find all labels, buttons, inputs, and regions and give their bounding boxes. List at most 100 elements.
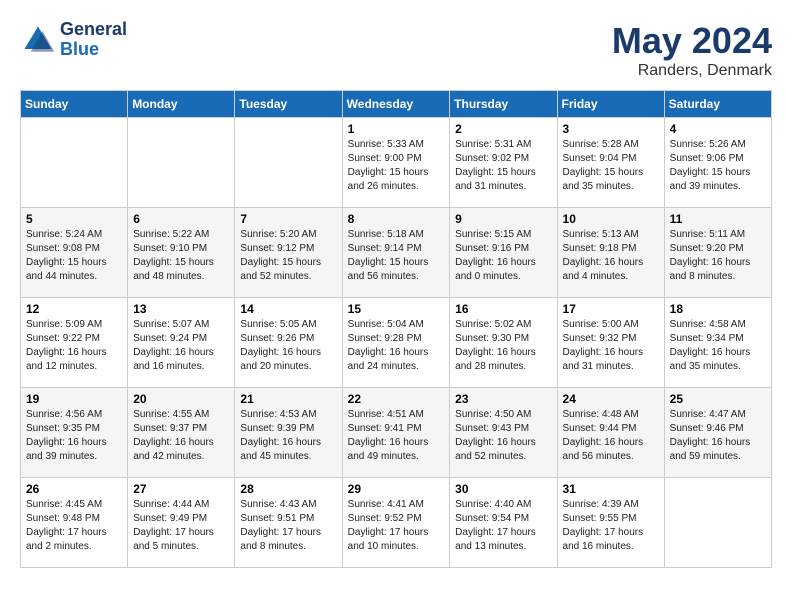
day-number: 6 <box>133 212 229 226</box>
cell-week4-day3: 22 Sunrise: 4:51 AMSunset: 9:41 PMDayligh… <box>342 388 450 478</box>
cell-week2-day4: 9 Sunrise: 5:15 AMSunset: 9:16 PMDaylight… <box>450 208 557 298</box>
day-number: 20 <box>133 392 229 406</box>
cell-week5-day2: 28Sunrise: 4:43 AMSunset: 9:51 PMDayligh… <box>235 478 342 568</box>
header-monday: Monday <box>128 91 235 118</box>
cell-week1-day1 <box>128 118 235 208</box>
day-info: Sunrise: 4:56 AMSunset: 9:35 PMDaylight:… <box>26 409 107 462</box>
cell-week3-day4: 16Sunrise: 5:02 AMSunset: 9:30 PMDayligh… <box>450 298 557 388</box>
day-number: 19 <box>26 392 122 406</box>
day-number: 4 <box>670 122 766 136</box>
day-number: 11 <box>670 212 766 226</box>
day-number: 7 <box>240 212 336 226</box>
day-number: 2 <box>455 122 551 136</box>
day-info: Sunrise: 5:04 AMSunset: 9:28 PMDaylight:… <box>348 319 429 372</box>
day-info: Sunrise: 5:20 AMSunset: 9:12 PMDaylight:… <box>240 229 321 282</box>
day-info: Sunrise: 4:50 AMSunset: 9:43 PMDaylight:… <box>455 409 536 462</box>
day-number: 30 <box>455 482 551 496</box>
day-number: 24 <box>563 392 659 406</box>
header-saturday: Saturday <box>664 91 771 118</box>
day-number: 26 <box>26 482 122 496</box>
cell-week1-day6: 4 Sunrise: 5:26 AMSunset: 9:06 PMDaylight… <box>664 118 771 208</box>
day-number: 10 <box>563 212 659 226</box>
logo-icon <box>20 22 56 58</box>
cell-week3-day6: 18 Sunrise: 4:58 AMSunset: 9:34 PMDayligh… <box>664 298 771 388</box>
cell-week5-day4: 30 Sunrise: 4:40 AMSunset: 9:54 PMDayligh… <box>450 478 557 568</box>
cell-week2-day2: 7 Sunrise: 5:20 AMSunset: 9:12 PMDaylight… <box>235 208 342 298</box>
day-number: 17 <box>563 302 659 316</box>
day-number: 31 <box>563 482 659 496</box>
day-info: Sunrise: 4:44 AMSunset: 9:49 PMDaylight:… <box>133 499 214 552</box>
day-info: Sunrise: 5:09 AMSunset: 9:22 PMDaylight:… <box>26 319 107 372</box>
day-info: Sunrise: 4:45 AMSunset: 9:48 PMDaylight:… <box>26 499 107 552</box>
weekday-header-row: Sunday Monday Tuesday Wednesday Thursday… <box>21 91 772 118</box>
cell-week5-day1: 27 Sunrise: 4:44 AMSunset: 9:49 PMDayligh… <box>128 478 235 568</box>
logo: General Blue <box>20 20 127 60</box>
day-number: 27 <box>133 482 229 496</box>
cell-week4-day5: 24 Sunrise: 4:48 AMSunset: 9:44 PMDayligh… <box>557 388 664 478</box>
cell-week5-day0: 26 Sunrise: 4:45 AMSunset: 9:48 PMDayligh… <box>21 478 128 568</box>
day-info: Sunrise: 5:00 AMSunset: 9:32 PMDaylight:… <box>563 319 644 372</box>
logo-text-line2: Blue <box>60 40 127 60</box>
cell-week1-day5: 3 Sunrise: 5:28 AMSunset: 9:04 PMDaylight… <box>557 118 664 208</box>
day-info: Sunrise: 5:24 AMSunset: 9:08 PMDaylight:… <box>26 229 107 282</box>
cell-week1-day3: 1Sunrise: 5:33 AMSunset: 9:00 PMDaylight… <box>342 118 450 208</box>
header-sunday: Sunday <box>21 91 128 118</box>
cell-week4-day4: 23Sunrise: 4:50 AMSunset: 9:43 PMDayligh… <box>450 388 557 478</box>
month-title: May 2024 <box>612 20 772 62</box>
cell-week1-day4: 2 Sunrise: 5:31 AMSunset: 9:02 PMDaylight… <box>450 118 557 208</box>
day-number: 21 <box>240 392 336 406</box>
cell-week3-day3: 15Sunrise: 5:04 AMSunset: 9:28 PMDayligh… <box>342 298 450 388</box>
cell-week2-day0: 5 Sunrise: 5:24 AMSunset: 9:08 PMDaylight… <box>21 208 128 298</box>
day-info: Sunrise: 4:51 AMSunset: 9:41 PMDaylight:… <box>348 409 429 462</box>
day-info: Sunrise: 5:05 AMSunset: 9:26 PMDaylight:… <box>240 319 321 372</box>
day-info: Sunrise: 4:40 AMSunset: 9:54 PMDaylight:… <box>455 499 536 552</box>
day-number: 28 <box>240 482 336 496</box>
cell-week4-day2: 21Sunrise: 4:53 AMSunset: 9:39 PMDayligh… <box>235 388 342 478</box>
day-number: 29 <box>348 482 445 496</box>
logo-text-line1: General <box>60 20 127 40</box>
day-number: 1 <box>348 122 445 136</box>
cell-week2-day1: 6Sunrise: 5:22 AMSunset: 9:10 PMDaylight… <box>128 208 235 298</box>
day-number: 9 <box>455 212 551 226</box>
day-info: Sunrise: 4:48 AMSunset: 9:44 PMDaylight:… <box>563 409 644 462</box>
location-subtitle: Randers, Denmark <box>612 62 772 80</box>
cell-week3-day0: 12Sunrise: 5:09 AMSunset: 9:22 PMDayligh… <box>21 298 128 388</box>
day-number: 5 <box>26 212 122 226</box>
day-info: Sunrise: 4:55 AMSunset: 9:37 PMDaylight:… <box>133 409 214 462</box>
day-info: Sunrise: 5:15 AMSunset: 9:16 PMDaylight:… <box>455 229 536 282</box>
day-info: Sunrise: 4:39 AMSunset: 9:55 PMDaylight:… <box>563 499 644 552</box>
day-info: Sunrise: 5:07 AMSunset: 9:24 PMDaylight:… <box>133 319 214 372</box>
day-info: Sunrise: 5:31 AMSunset: 9:02 PMDaylight:… <box>455 139 536 192</box>
header-wednesday: Wednesday <box>342 91 450 118</box>
day-info: Sunrise: 5:18 AMSunset: 9:14 PMDaylight:… <box>348 229 429 282</box>
cell-week5-day6 <box>664 478 771 568</box>
day-number: 18 <box>670 302 766 316</box>
day-info: Sunrise: 4:58 AMSunset: 9:34 PMDaylight:… <box>670 319 751 372</box>
cell-week2-day5: 10Sunrise: 5:13 AMSunset: 9:18 PMDayligh… <box>557 208 664 298</box>
day-number: 22 <box>348 392 445 406</box>
cell-week5-day5: 31 Sunrise: 4:39 AMSunset: 9:55 PMDayligh… <box>557 478 664 568</box>
day-number: 14 <box>240 302 336 316</box>
cell-week1-day2 <box>235 118 342 208</box>
title-block: May 2024 Randers, Denmark <box>612 20 772 80</box>
day-info: Sunrise: 5:02 AMSunset: 9:30 PMDaylight:… <box>455 319 536 372</box>
cell-week2-day3: 8 Sunrise: 5:18 AMSunset: 9:14 PMDaylight… <box>342 208 450 298</box>
header-tuesday: Tuesday <box>235 91 342 118</box>
day-info: Sunrise: 5:11 AMSunset: 9:20 PMDaylight:… <box>670 229 751 282</box>
day-number: 8 <box>348 212 445 226</box>
cell-week4-day6: 25Sunrise: 4:47 AMSunset: 9:46 PMDayligh… <box>664 388 771 478</box>
cell-week4-day1: 20 Sunrise: 4:55 AMSunset: 9:37 PMDayligh… <box>128 388 235 478</box>
calendar-table: Sunday Monday Tuesday Wednesday Thursday… <box>20 90 772 568</box>
day-info: Sunrise: 4:41 AMSunset: 9:52 PMDaylight:… <box>348 499 429 552</box>
day-info: Sunrise: 5:28 AMSunset: 9:04 PMDaylight:… <box>563 139 644 192</box>
cell-week2-day6: 11 Sunrise: 5:11 AMSunset: 9:20 PMDayligh… <box>664 208 771 298</box>
day-number: 13 <box>133 302 229 316</box>
day-info: Sunrise: 5:26 AMSunset: 9:06 PMDaylight:… <box>670 139 751 192</box>
week-row-5: 26 Sunrise: 4:45 AMSunset: 9:48 PMDayligh… <box>21 478 772 568</box>
day-number: 3 <box>563 122 659 136</box>
week-row-3: 12Sunrise: 5:09 AMSunset: 9:22 PMDayligh… <box>21 298 772 388</box>
cell-week1-day0 <box>21 118 128 208</box>
cell-week3-day5: 17 Sunrise: 5:00 AMSunset: 9:32 PMDayligh… <box>557 298 664 388</box>
cell-week4-day0: 19 Sunrise: 4:56 AMSunset: 9:35 PMDayligh… <box>21 388 128 478</box>
page-header: General Blue May 2024 Randers, Denmark <box>20 20 772 80</box>
